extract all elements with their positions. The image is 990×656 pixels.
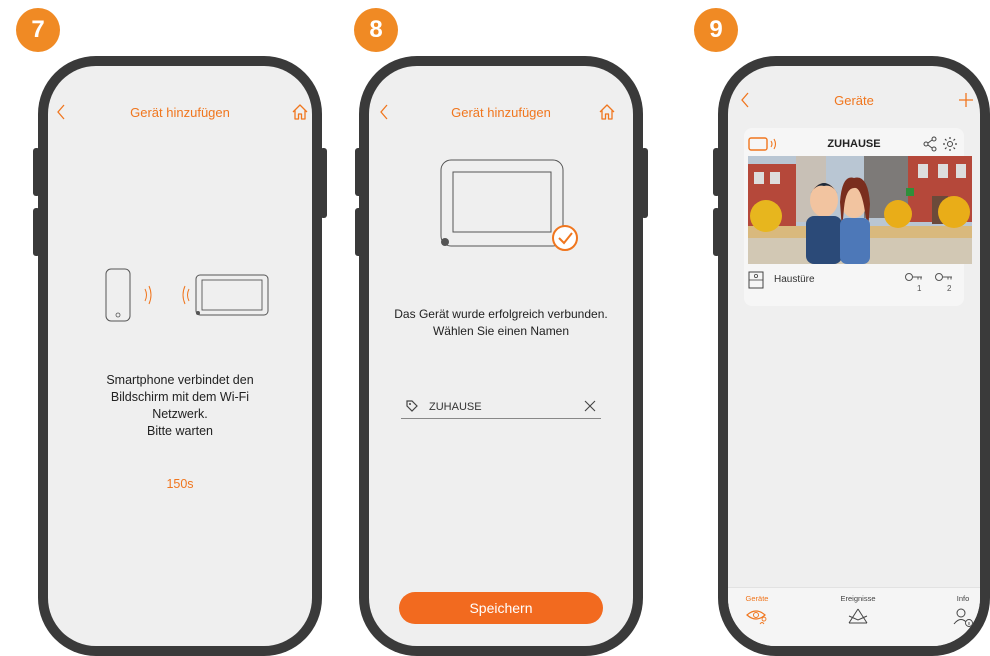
- unlock-key-1-button[interactable]: 1: [904, 270, 930, 298]
- settings-gear-icon[interactable]: [942, 136, 958, 152]
- clear-icon[interactable]: [583, 399, 597, 413]
- countdown-timer: 150s: [166, 477, 194, 491]
- step-badge-9: 9: [694, 8, 738, 52]
- share-icon[interactable]: [922, 136, 938, 152]
- nav-label: Geräte: [745, 594, 769, 603]
- envelope-icon: [848, 608, 868, 624]
- key-number: 1: [917, 284, 922, 293]
- screen-step-8: Gerät hinzufügen Das Gerät wurde erfolgr…: [369, 66, 633, 646]
- step-badge-7: 7: [16, 8, 60, 52]
- nav-item-events[interactable]: Ereignisse: [833, 594, 883, 627]
- tag-icon: [406, 400, 418, 412]
- door-label: Haustüre: [774, 274, 815, 285]
- device-name-input[interactable]: ZUHAUSE: [429, 401, 482, 413]
- nav-item-info[interactable]: Info: [938, 594, 980, 629]
- nav-label: Ereignisse: [840, 594, 876, 603]
- save-button[interactable]: Speichern: [399, 592, 603, 624]
- camera-preview-image[interactable]: [748, 156, 972, 264]
- eye-icon: [746, 610, 767, 625]
- intercom-panel-icon: [748, 271, 764, 289]
- bottom-navigation: Geräte Ereignisse Info: [728, 587, 980, 646]
- home-icon[interactable]: [290, 102, 310, 122]
- phone-frame-step-7: Gerät hinzufügen Smartphone verbindet de…: [38, 56, 322, 656]
- page-title: Gerät hinzufügen: [451, 105, 551, 120]
- device-connected-illustration: [440, 159, 578, 251]
- message-line: Wählen Sie einen Namen: [432, 324, 570, 338]
- connecting-message: Smartphone verbindet den Bildschirm mit …: [48, 372, 312, 440]
- home-icon[interactable]: [597, 102, 617, 122]
- phone-frame-step-8: Gerät hinzufügen Das Gerät wurde erfolgr…: [359, 56, 643, 656]
- nav-label: Info: [956, 594, 970, 603]
- screen-step-7: Gerät hinzufügen Smartphone verbindet de…: [48, 66, 312, 646]
- key-number: 2: [947, 284, 952, 293]
- message-line: Netzwerk.: [152, 407, 208, 421]
- message-line: Das Gerät wurde erfolgreich verbunden.: [394, 307, 608, 321]
- key-icon: [905, 273, 922, 281]
- phone-to-display-connection-illustration: [105, 268, 269, 322]
- unlock-key-2-button[interactable]: 2: [934, 270, 960, 298]
- key-icon: [935, 273, 952, 281]
- screen-step-9: Geräte ZUHAUSE Haustüre 1 2 Geräte Ereig…: [728, 66, 980, 646]
- message-line: Bildschirm mit dem Wi-Fi: [110, 390, 250, 404]
- page-title: Geräte: [834, 93, 874, 108]
- message-line: Bitte warten: [146, 424, 213, 438]
- phone-frame-step-9: Geräte ZUHAUSE Haustüre 1 2 Geräte Ereig…: [718, 56, 990, 656]
- device-name-field[interactable]: ZUHAUSE: [401, 396, 601, 419]
- add-device-icon[interactable]: [956, 90, 976, 110]
- success-message: Das Gerät wurde erfolgreich verbunden. W…: [369, 306, 633, 340]
- device-card[interactable]: ZUHAUSE Haustüre 1 2: [744, 128, 972, 306]
- user-info-icon: [953, 608, 973, 627]
- step-badge-8: 8: [354, 8, 398, 52]
- message-line: Smartphone verbindet den: [106, 373, 254, 387]
- page-title: Gerät hinzufügen: [130, 105, 230, 120]
- nav-item-devices[interactable]: Geräte: [732, 594, 782, 627]
